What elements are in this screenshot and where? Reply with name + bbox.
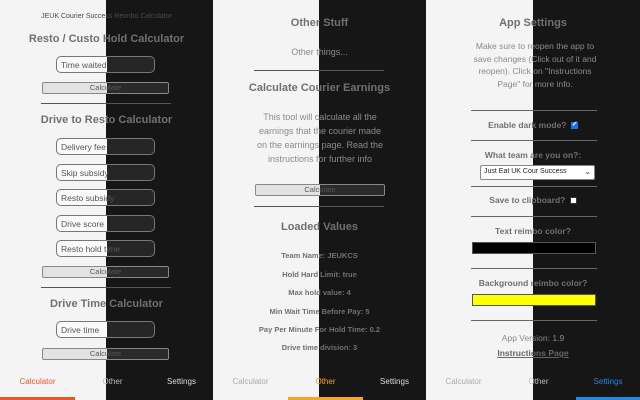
background-color-label: Background reimbo color? bbox=[478, 278, 588, 288]
drive-to-resto-title: Drive to Resto Calculator bbox=[40, 114, 173, 126]
drive-time-input[interactable]: Drive time bbox=[56, 321, 155, 338]
tab-settings[interactable]: Settings bbox=[576, 372, 640, 400]
app-title: JEUK Courier Success Reimbo Calculator bbox=[41, 13, 172, 20]
background-color-picker[interactable] bbox=[472, 294, 596, 306]
text-color-label: Text reimbo color? bbox=[495, 226, 571, 236]
tab-other[interactable]: Other bbox=[288, 372, 363, 400]
courier-earnings-description: This tool will calculate all the earning… bbox=[256, 112, 384, 164]
tab-settings[interactable]: Settings bbox=[363, 372, 426, 400]
app-version: App Version: 1.9 bbox=[501, 333, 565, 343]
resto-subsidy-input[interactable]: Resto subsidy bbox=[56, 189, 155, 206]
loaded-value-hold-hard-limit: Hold Hard Limit: true bbox=[282, 270, 357, 279]
clipboard-checkbox[interactable] bbox=[569, 197, 577, 205]
delivery-fee-input[interactable]: Delivery fee bbox=[56, 138, 155, 155]
dark-mode-label: Enable dark mode? bbox=[488, 120, 567, 130]
divider bbox=[254, 70, 384, 71]
drive-to-resto-calculate-button[interactable]: Calculate bbox=[42, 266, 169, 278]
skip-subsidy-input[interactable]: Skip subsidy bbox=[56, 164, 155, 181]
tab-calculator[interactable]: Calculator bbox=[426, 372, 501, 400]
tab-calculator[interactable]: Calculator bbox=[0, 372, 75, 400]
hold-calculator-title: Resto / Custo Hold Calculator bbox=[28, 33, 185, 45]
loaded-values-title: Loaded Values bbox=[280, 221, 359, 233]
courier-earnings-title: Calculate Courier Earnings bbox=[248, 82, 391, 94]
clipboard-row: Save to clipboard? bbox=[426, 195, 640, 205]
divider bbox=[41, 287, 171, 288]
settings-panel: App Settings Make sure to reopen the app… bbox=[426, 0, 640, 400]
team-label: What team are you on?: bbox=[484, 150, 582, 160]
bottom-nav: Calculator Other Settings bbox=[213, 372, 426, 400]
dark-mode-checkbox[interactable] bbox=[570, 120, 578, 130]
loaded-value-min-wait: Min Wait Time Before Pay: 5 bbox=[269, 307, 370, 316]
dark-mode-row: Enable dark mode? bbox=[426, 120, 640, 130]
drive-time-title: Drive Time Calculator bbox=[50, 298, 163, 310]
team-select-value: Just Eat UK Cour Success bbox=[484, 168, 567, 175]
hold-calculate-button[interactable]: Calculate bbox=[42, 82, 169, 94]
divider bbox=[471, 186, 597, 187]
divider bbox=[41, 103, 171, 104]
other-stuff-title: Other Stuff bbox=[290, 17, 349, 29]
divider bbox=[471, 268, 597, 269]
courier-earnings-calculate-button[interactable]: Calculate bbox=[255, 184, 385, 196]
bottom-nav: Calculator Other Settings bbox=[0, 372, 213, 400]
chevron-down-icon: ⌄ bbox=[584, 167, 591, 176]
tab-calculator[interactable]: Calculator bbox=[213, 372, 288, 400]
team-select[interactable]: Just Eat UK Cour Success ⌄ bbox=[480, 165, 595, 180]
reopen-note: Make sure to reopen the app to save chan… bbox=[473, 41, 597, 89]
loaded-value-max-hold: Max hold value: 4 bbox=[288, 288, 351, 297]
text-color-picker[interactable] bbox=[472, 242, 596, 254]
other-things-text: Other things... bbox=[291, 47, 348, 57]
other-panel: Other Stuff Other things... Calculate Co… bbox=[213, 0, 426, 400]
tab-other[interactable]: Other bbox=[75, 372, 150, 400]
clipboard-label: Save to clipboard? bbox=[489, 195, 566, 205]
divider bbox=[254, 206, 384, 207]
resto-hold-time-input[interactable]: Resto hold time bbox=[56, 240, 155, 257]
divider bbox=[471, 140, 597, 141]
tab-settings[interactable]: Settings bbox=[150, 372, 213, 400]
calculator-panel: JEUK Courier Success Reimbo Calculator R… bbox=[0, 0, 213, 400]
bottom-nav: Calculator Other Settings bbox=[426, 372, 640, 400]
drive-score-input[interactable]: Drive score bbox=[56, 215, 155, 232]
divider bbox=[471, 320, 597, 321]
settings-title: App Settings bbox=[499, 17, 567, 29]
tab-other[interactable]: Other bbox=[501, 372, 576, 400]
time-waited-input[interactable]: Time waited bbox=[56, 56, 155, 73]
divider bbox=[471, 216, 597, 217]
loaded-value-drive-time-division: Drive time division: 3 bbox=[281, 343, 358, 352]
divider bbox=[471, 110, 597, 111]
drive-time-calculate-button[interactable]: Calculate bbox=[42, 348, 169, 360]
loaded-value-pay-per-minute: Pay Per Minute For Hold Time: 0.2 bbox=[258, 325, 381, 334]
loaded-value-team-name: Team Name: JEUKCS bbox=[281, 251, 358, 260]
instructions-page-link[interactable]: Instructions Page bbox=[426, 346, 640, 361]
